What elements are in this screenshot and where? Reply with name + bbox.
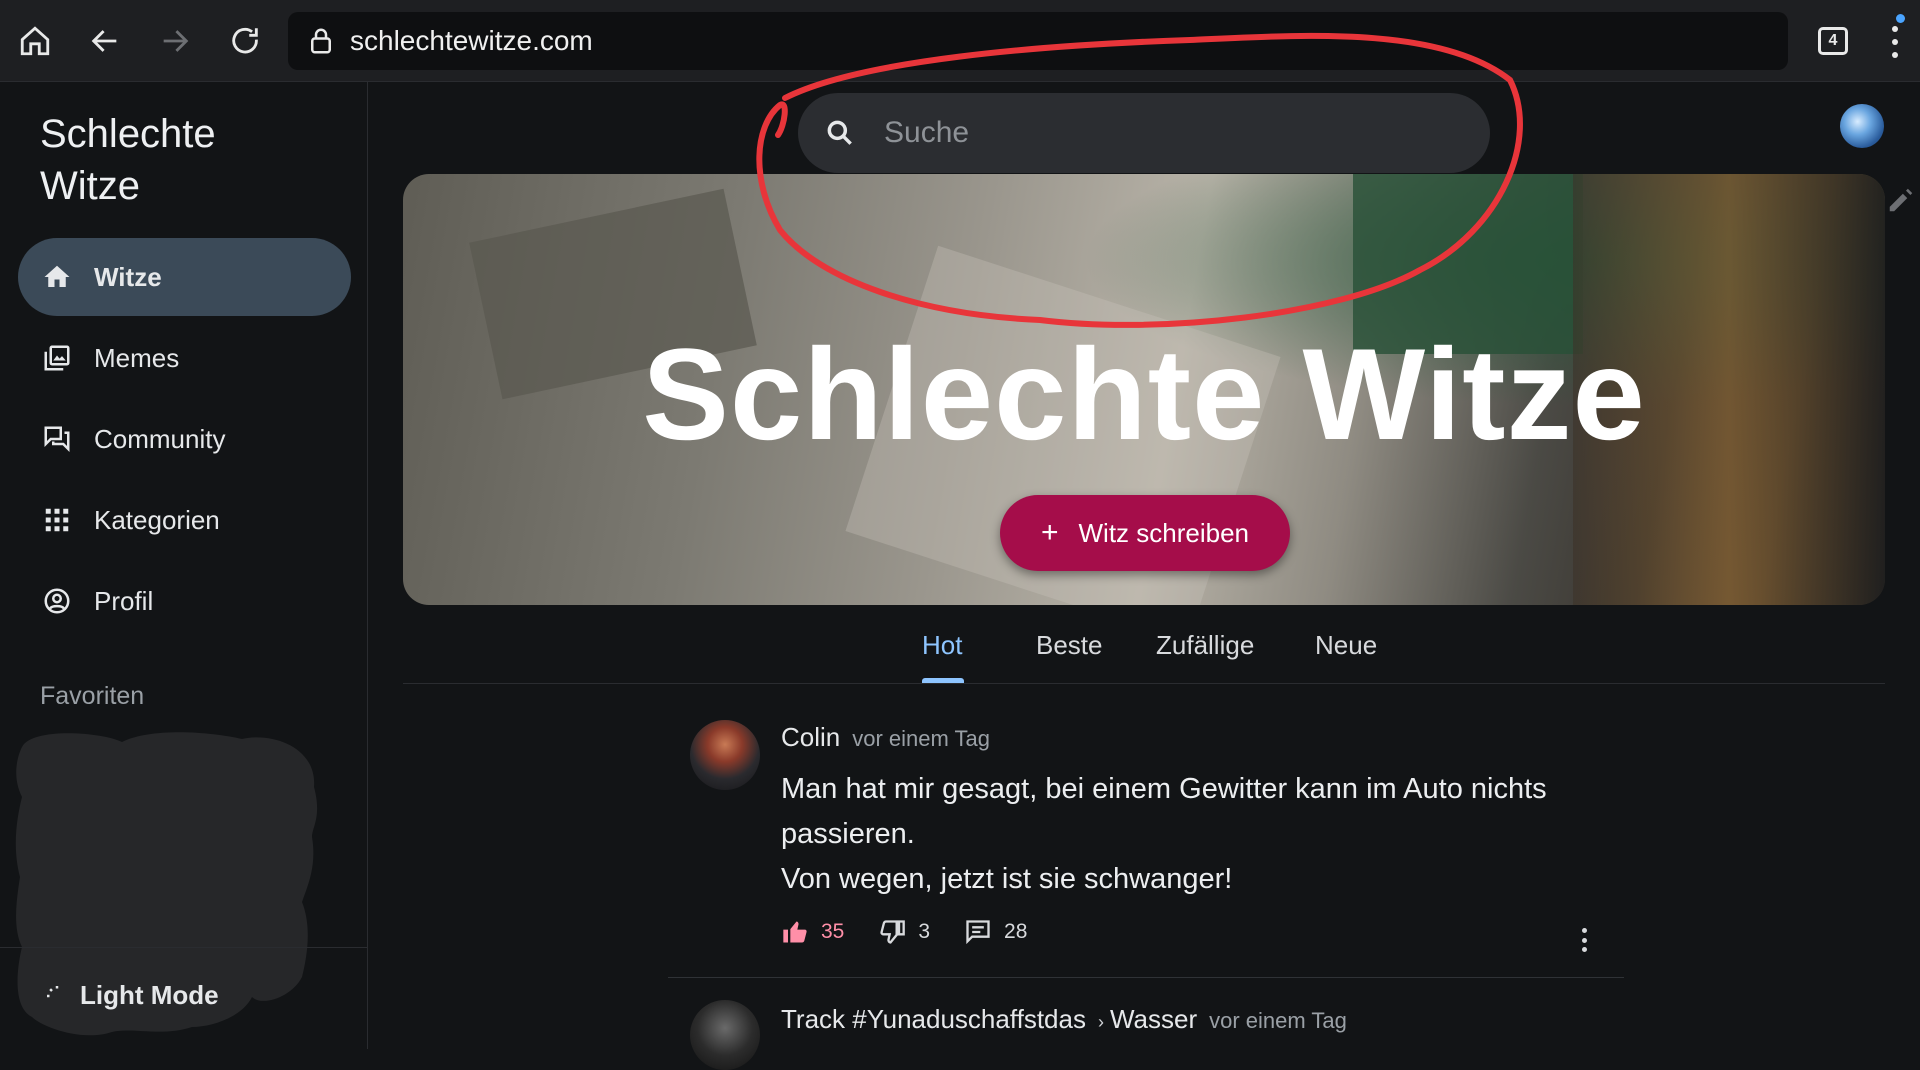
sort-tabs: Hot Beste Zufällige Neue bbox=[403, 612, 1885, 684]
sidebar-item-label: Kategorien bbox=[94, 504, 220, 535]
comment-count: 28 bbox=[1004, 920, 1028, 943]
tab-neue[interactable]: Neue bbox=[1315, 630, 1377, 661]
thumbs-up-icon bbox=[783, 921, 807, 943]
forward-button[interactable] bbox=[140, 0, 210, 82]
home-button[interactable] bbox=[0, 0, 70, 82]
account-circle-icon bbox=[44, 588, 70, 614]
sidebar-divider bbox=[0, 947, 368, 948]
post-time: vor einem Tag bbox=[852, 726, 991, 751]
update-dot bbox=[1896, 14, 1905, 23]
sidebar-item-label: Community bbox=[94, 423, 226, 454]
hero-title: Schlechte Witze bbox=[642, 321, 1646, 467]
dislike-button[interactable]: 3 bbox=[878, 918, 930, 946]
sun-icon bbox=[47, 985, 59, 997]
chevron-right-icon: › bbox=[1097, 1012, 1104, 1032]
arrow-left-icon bbox=[91, 29, 117, 52]
post-category[interactable]: Wasser bbox=[1110, 1004, 1197, 1035]
back-button[interactable] bbox=[70, 0, 140, 82]
tab-switcher-button[interactable]: 4 bbox=[1818, 27, 1848, 55]
active-tab-indicator bbox=[922, 678, 964, 683]
write-joke-button[interactable]: + Witz schreiben bbox=[1000, 495, 1290, 571]
post-divider bbox=[668, 977, 1624, 978]
sidebar-item-label: Profil bbox=[94, 585, 154, 616]
tab-hot[interactable]: Hot bbox=[922, 630, 962, 661]
write-joke-label: Witz schreiben bbox=[1078, 517, 1250, 548]
reload-button[interactable] bbox=[210, 0, 280, 82]
search-icon bbox=[827, 120, 852, 145]
edit-pencil-icon[interactable] bbox=[1886, 185, 1916, 215]
sidebar-item-memes[interactable]: Memes bbox=[18, 319, 351, 397]
address-bar[interactable]: schlechtewitze.com bbox=[288, 12, 1788, 70]
sidebar-item-label: Memes bbox=[94, 342, 180, 373]
reload-icon bbox=[232, 27, 258, 53]
lock-icon bbox=[311, 28, 331, 54]
dislike-count: 3 bbox=[918, 920, 931, 943]
site-brand[interactable]: Schlechte Witze bbox=[40, 108, 216, 212]
tab-beste[interactable]: Beste bbox=[1036, 630, 1103, 661]
post-author[interactable]: Colin bbox=[781, 722, 840, 753]
post-body: Man hat mir gesagt, bei einem Gewitter k… bbox=[781, 773, 1547, 895]
browser-menu-button[interactable] bbox=[1882, 22, 1908, 62]
sidebar-item-label: Witze bbox=[94, 261, 162, 292]
forum-icon bbox=[44, 426, 70, 453]
light-mode-label: Light Mode bbox=[80, 980, 219, 1010]
thumbs-down-icon bbox=[880, 920, 906, 944]
author-avatar[interactable] bbox=[690, 720, 760, 790]
favorites-heading: Favoriten bbox=[40, 682, 145, 710]
sidebar-item-community[interactable]: Community bbox=[18, 400, 351, 478]
author-avatar[interactable] bbox=[690, 1000, 760, 1070]
sidebar: Schlechte Witze Witze Memes Community Ka… bbox=[0, 82, 368, 1049]
search-input[interactable] bbox=[884, 116, 1444, 150]
arrow-right-icon bbox=[163, 29, 189, 52]
grid-icon bbox=[45, 508, 69, 532]
sidebar-item-kategorien[interactable]: Kategorien bbox=[18, 481, 351, 559]
comments-button[interactable]: 28 bbox=[964, 918, 1027, 946]
image-gallery-icon bbox=[44, 345, 70, 371]
home-icon bbox=[20, 25, 50, 55]
tab-zufaellige[interactable]: Zufällige bbox=[1156, 630, 1254, 661]
hero-banner: Schlechte Witze + Witz schreiben bbox=[403, 174, 1885, 605]
light-mode-toggle[interactable]: Light Mode bbox=[42, 980, 219, 1011]
post-author[interactable]: Track #Yunaduschaffstdas bbox=[781, 1004, 1086, 1035]
like-count: 35 bbox=[821, 920, 845, 943]
like-button[interactable]: 35 bbox=[781, 918, 844, 946]
sidebar-item-witze[interactable]: Witze bbox=[18, 238, 351, 316]
user-avatar[interactable] bbox=[1840, 104, 1884, 148]
home-icon bbox=[44, 265, 70, 287]
more-options-button[interactable] bbox=[1582, 928, 1590, 952]
plus-icon: + bbox=[1040, 516, 1059, 549]
post-time: vor einem Tag bbox=[1209, 1008, 1347, 1033]
search-bar[interactable] bbox=[798, 93, 1490, 173]
url-text: schlechtewitze.com bbox=[350, 25, 593, 56]
post-actions: 35 3 28 bbox=[781, 918, 1061, 946]
comment-icon bbox=[966, 920, 990, 945]
sidebar-item-profil[interactable]: Profil bbox=[18, 562, 351, 640]
